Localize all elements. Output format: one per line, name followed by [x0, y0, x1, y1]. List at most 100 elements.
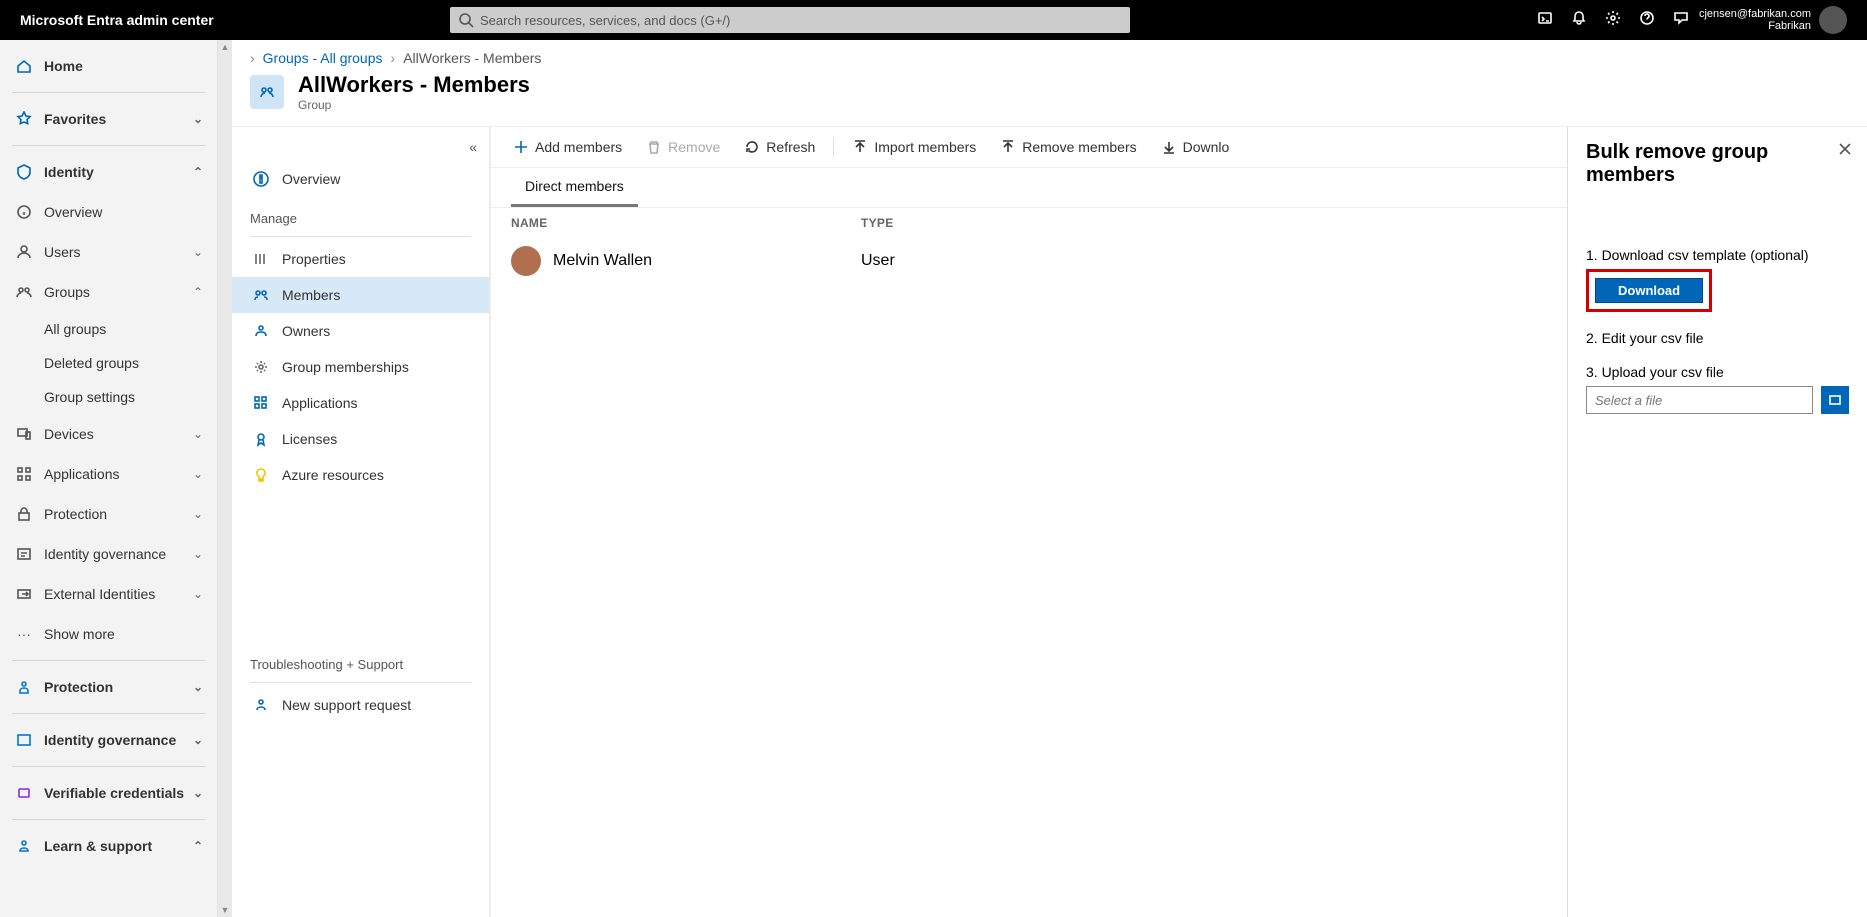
nav-groups-label: Groups	[44, 284, 90, 300]
brand-title: Microsoft Entra admin center	[20, 12, 450, 28]
nav-identity-governance[interactable]: Identity governance ⌄	[0, 534, 217, 574]
menu-members-label: Members	[282, 287, 340, 303]
resource-menu: « Overview Manage Properties Members	[232, 127, 490, 917]
nav-all-groups[interactable]: All groups	[0, 312, 217, 346]
manage-section-label: Manage	[232, 197, 489, 232]
nav-devices[interactable]: Devices ⌄	[0, 414, 217, 454]
nav-identity-governance-label: Identity governance	[44, 546, 166, 562]
nav-groups[interactable]: Groups ⌃	[0, 272, 217, 312]
nav-home-label: Home	[44, 58, 83, 74]
member-name: Melvin Wallen	[553, 252, 652, 270]
troubleshoot-section-label: Troubleshooting + Support	[232, 643, 489, 678]
menu-members[interactable]: Members	[232, 277, 489, 313]
menu-overview-label: Overview	[282, 171, 340, 187]
remove-members-label: Remove members	[1022, 139, 1136, 155]
nav-applications[interactable]: Applications ⌄	[0, 454, 217, 494]
nav-idgov-main[interactable]: Identity governance ⌄	[0, 720, 217, 760]
collapse-menu-button[interactable]: «	[232, 139, 489, 161]
bulk-remove-panel: Bulk remove group members 1. Download cs…	[1567, 127, 1867, 917]
step2-label: 2. Edit your csv file	[1586, 330, 1849, 346]
menu-group-memberships[interactable]: Group memberships	[232, 349, 489, 385]
global-search[interactable]: Search resources, services, and docs (G+…	[450, 7, 1130, 33]
nav-identity-overview[interactable]: Overview	[0, 192, 217, 232]
import-members-button[interactable]: Import members	[842, 133, 986, 161]
page-title: AllWorkers - Members	[298, 72, 530, 98]
breadcrumb-sep: ›	[250, 50, 255, 66]
scroll-down-arrow[interactable]: ▼	[219, 903, 232, 917]
breadcrumb-sep: ›	[391, 50, 396, 66]
breadcrumb-groups[interactable]: Groups - All groups	[263, 50, 383, 66]
chevron-up-icon: ⌃	[193, 165, 203, 179]
notifications-icon[interactable]	[1571, 10, 1587, 31]
owners-icon	[250, 323, 272, 339]
nav-verifiable-credentials[interactable]: Verifiable credentials ⌄	[0, 773, 217, 813]
info-icon	[14, 204, 34, 220]
browse-file-button[interactable]	[1821, 386, 1849, 414]
settings-icon[interactable]	[1605, 10, 1621, 31]
grid-icon	[250, 395, 272, 411]
tab-direct-members[interactable]: Direct members	[511, 168, 638, 207]
help-icon[interactable]	[1639, 10, 1655, 31]
menu-group-memberships-label: Group memberships	[282, 359, 409, 375]
menu-applications[interactable]: Applications	[232, 385, 489, 421]
menu-azure-resources[interactable]: Azure resources	[232, 457, 489, 493]
nav-protection[interactable]: Protection ⌄	[0, 494, 217, 534]
nav-show-more-label: Show more	[44, 626, 115, 642]
home-icon	[14, 58, 34, 74]
nav-protection-main[interactable]: Protection ⌄	[0, 667, 217, 707]
nav-home[interactable]: Home	[0, 46, 217, 86]
nav-learn-support-label: Learn & support	[44, 838, 152, 854]
nav-users[interactable]: Users ⌄	[0, 232, 217, 272]
cloud-shell-icon[interactable]	[1537, 10, 1553, 31]
download-template-button[interactable]: Download	[1595, 278, 1703, 303]
col-name-header: NAME	[511, 216, 861, 230]
nav-identity[interactable]: Identity ⌃	[0, 152, 217, 192]
close-panel-button[interactable]	[1837, 141, 1853, 160]
member-avatar	[511, 246, 541, 276]
groups-icon	[14, 284, 34, 300]
menu-properties[interactable]: Properties	[232, 241, 489, 277]
scroll-up-arrow[interactable]: ▲	[219, 40, 232, 54]
nav-favorites[interactable]: Favorites ⌄	[0, 99, 217, 139]
page-subtitle: Group	[298, 98, 530, 112]
table-row[interactable]: Melvin Wallen User	[491, 238, 1567, 284]
nav-show-more[interactable]: ··· Show more	[0, 614, 217, 654]
menu-new-support-request[interactable]: New support request	[232, 687, 489, 723]
nav-identity-label: Identity	[44, 164, 94, 180]
remove-members-button[interactable]: Remove members	[990, 133, 1146, 161]
feedback-icon[interactable]	[1673, 10, 1689, 31]
menu-owners[interactable]: Owners	[232, 313, 489, 349]
menu-properties-label: Properties	[282, 251, 346, 267]
nav-idgov-main-label: Identity governance	[44, 732, 176, 748]
nav-protection-main-label: Protection	[44, 679, 113, 695]
governance-icon	[14, 546, 34, 562]
members-icon	[250, 287, 272, 303]
identity-icon	[14, 164, 34, 180]
more-icon: ···	[14, 626, 34, 642]
scroll-gutter[interactable]: ▲ ▼	[218, 40, 232, 917]
file-select-input[interactable]	[1586, 386, 1813, 414]
left-nav: Home Favorites ⌄ Identity ⌃ Overview Use…	[0, 40, 218, 917]
lock-icon	[14, 506, 34, 522]
nav-deleted-groups[interactable]: Deleted groups	[0, 346, 217, 380]
external-icon	[14, 586, 34, 602]
nav-learn-support[interactable]: Learn & support ⌃	[0, 826, 217, 866]
gear-icon	[250, 359, 272, 375]
download-members-button[interactable]: Downlo	[1151, 133, 1240, 161]
nav-external-identities[interactable]: External Identities ⌄	[0, 574, 217, 614]
menu-licenses[interactable]: Licenses	[232, 421, 489, 457]
nav-favorites-label: Favorites	[44, 111, 106, 127]
menu-overview[interactable]: Overview	[232, 161, 489, 197]
nav-group-settings[interactable]: Group settings	[0, 380, 217, 414]
search-placeholder: Search resources, services, and docs (G+…	[480, 13, 730, 28]
import-members-label: Import members	[874, 139, 976, 155]
add-members-button[interactable]: Add members	[503, 133, 632, 161]
search-icon	[458, 12, 474, 28]
account-menu[interactable]: cjensen@fabrikan.com Fabrikan	[1699, 6, 1847, 34]
member-type: User	[861, 252, 895, 270]
breadcrumb: › Groups - All groups › AllWorkers - Mem…	[232, 40, 1867, 66]
add-members-label: Add members	[535, 139, 622, 155]
nav-devices-label: Devices	[44, 426, 94, 442]
download-members-label: Downlo	[1183, 139, 1230, 155]
refresh-button[interactable]: Refresh	[734, 133, 825, 161]
